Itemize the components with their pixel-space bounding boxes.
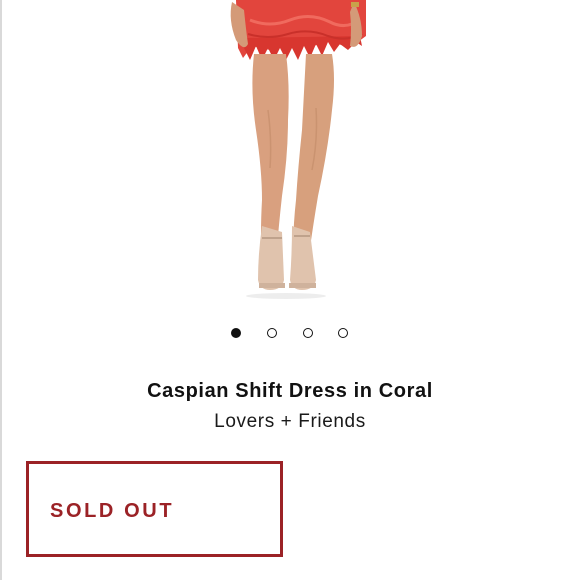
product-title: Caspian Shift Dress in Coral <box>147 380 433 402</box>
product-photo[interactable] <box>0 0 580 310</box>
product-brand[interactable]: Lovers + Friends <box>0 411 580 433</box>
gallery-dot-1[interactable] <box>231 328 241 338</box>
sold-out-label: SOLD OUT <box>50 500 175 522</box>
gallery-dot-3[interactable] <box>303 328 313 338</box>
sold-out-button[interactable]: SOLD OUT <box>26 461 283 557</box>
gallery-dot-2[interactable] <box>267 328 277 338</box>
product-image-gallery[interactable] <box>0 0 580 310</box>
gallery-dot-4[interactable] <box>338 328 348 338</box>
listing-page: Caspian Shift Dress in Coral Lovers + Fr… <box>0 0 580 580</box>
left-sandal <box>258 226 284 290</box>
gallery-pagination <box>0 328 580 342</box>
